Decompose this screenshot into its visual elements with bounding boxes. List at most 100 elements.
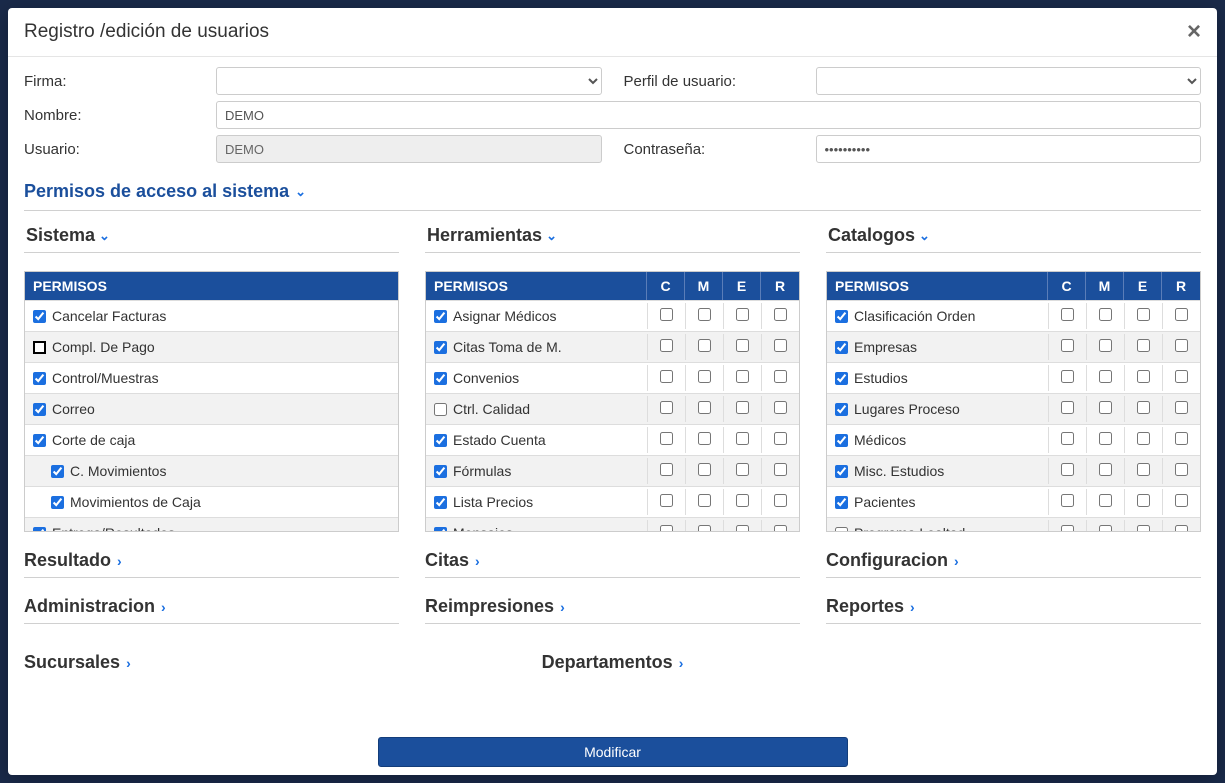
- cmer-checkbox[interactable]: [698, 339, 711, 352]
- reimpresiones-toggle[interactable]: Reimpresiones ›: [425, 596, 565, 617]
- cmer-checkbox[interactable]: [698, 432, 711, 445]
- cmer-checkbox[interactable]: [660, 308, 673, 321]
- herramientas-toggle[interactable]: Herramientas ⌄: [425, 225, 800, 246]
- cmer-checkbox[interactable]: [660, 525, 673, 532]
- catalogos-table[interactable]: PERMISOS C M E R Clasificación OrdenEmpr…: [826, 271, 1201, 532]
- cmer-checkbox[interactable]: [1061, 401, 1074, 414]
- configuracion-toggle[interactable]: Configuracion ›: [826, 550, 959, 571]
- permission-checkbox[interactable]: [51, 496, 64, 509]
- cmer-checkbox[interactable]: [660, 432, 673, 445]
- cmer-checkbox[interactable]: [660, 401, 673, 414]
- permission-checkbox[interactable]: [33, 527, 46, 533]
- cmer-checkbox[interactable]: [1061, 525, 1074, 532]
- permission-checkbox[interactable]: [835, 496, 848, 509]
- cmer-checkbox[interactable]: [1099, 370, 1112, 383]
- nombre-input[interactable]: [216, 101, 1201, 129]
- cmer-checkbox[interactable]: [774, 401, 787, 414]
- herramientas-table[interactable]: PERMISOS C M E R Asignar MédicosCitas To…: [425, 271, 800, 532]
- cmer-checkbox[interactable]: [1099, 401, 1112, 414]
- citas-toggle[interactable]: Citas ›: [425, 550, 480, 571]
- permission-checkbox[interactable]: [434, 465, 447, 478]
- permission-checkbox[interactable]: [434, 403, 447, 416]
- cmer-checkbox[interactable]: [736, 525, 749, 532]
- permission-checkbox[interactable]: [835, 372, 848, 385]
- cmer-checkbox[interactable]: [1137, 339, 1150, 352]
- cmer-checkbox[interactable]: [1175, 494, 1188, 507]
- cmer-checkbox[interactable]: [1137, 401, 1150, 414]
- permission-checkbox[interactable]: [835, 310, 848, 323]
- modificar-button[interactable]: Modificar: [378, 737, 848, 767]
- cmer-checkbox[interactable]: [1061, 432, 1074, 445]
- cmer-checkbox[interactable]: [1099, 339, 1112, 352]
- permission-checkbox[interactable]: [33, 434, 46, 447]
- permission-checkbox[interactable]: [835, 434, 848, 447]
- contrasena-input[interactable]: [816, 135, 1202, 163]
- cmer-checkbox[interactable]: [1137, 432, 1150, 445]
- cmer-checkbox[interactable]: [1137, 463, 1150, 476]
- cmer-checkbox[interactable]: [660, 494, 673, 507]
- cmer-checkbox[interactable]: [774, 308, 787, 321]
- cmer-checkbox[interactable]: [774, 432, 787, 445]
- cmer-checkbox[interactable]: [1099, 463, 1112, 476]
- cmer-checkbox[interactable]: [736, 432, 749, 445]
- resultado-toggle[interactable]: Resultado ›: [24, 550, 122, 571]
- cmer-checkbox[interactable]: [660, 339, 673, 352]
- cmer-checkbox[interactable]: [1061, 463, 1074, 476]
- cmer-checkbox[interactable]: [1137, 494, 1150, 507]
- permission-checkbox[interactable]: [835, 341, 848, 354]
- permission-checkbox[interactable]: [51, 465, 64, 478]
- cmer-checkbox[interactable]: [1061, 494, 1074, 507]
- cmer-checkbox[interactable]: [1099, 308, 1112, 321]
- cmer-checkbox[interactable]: [1061, 308, 1074, 321]
- cmer-checkbox[interactable]: [698, 370, 711, 383]
- cmer-checkbox[interactable]: [698, 401, 711, 414]
- close-icon[interactable]: ×: [1187, 20, 1201, 44]
- cmer-checkbox[interactable]: [774, 494, 787, 507]
- cmer-checkbox[interactable]: [1175, 463, 1188, 476]
- cmer-checkbox[interactable]: [1137, 370, 1150, 383]
- cmer-checkbox[interactable]: [1175, 401, 1188, 414]
- permission-checkbox[interactable]: [33, 310, 46, 323]
- permission-checkbox[interactable]: [835, 527, 848, 533]
- permisos-section-toggle[interactable]: Permisos de acceso al sistema ⌄: [24, 177, 306, 206]
- cmer-checkbox[interactable]: [1099, 494, 1112, 507]
- cmer-checkbox[interactable]: [736, 308, 749, 321]
- cmer-checkbox[interactable]: [1061, 339, 1074, 352]
- permission-checkbox[interactable]: [434, 310, 447, 323]
- cmer-checkbox[interactable]: [1175, 525, 1188, 532]
- permission-checkbox[interactable]: [434, 434, 447, 447]
- cmer-checkbox[interactable]: [698, 463, 711, 476]
- cmer-checkbox[interactable]: [1099, 432, 1112, 445]
- permission-checkbox[interactable]: [434, 527, 447, 533]
- permission-checkbox[interactable]: [835, 403, 848, 416]
- permission-checkbox[interactable]: [835, 465, 848, 478]
- cmer-checkbox[interactable]: [1175, 432, 1188, 445]
- sucursales-toggle[interactable]: Sucursales ›: [24, 652, 131, 673]
- cmer-checkbox[interactable]: [1175, 308, 1188, 321]
- cmer-checkbox[interactable]: [698, 494, 711, 507]
- cmer-checkbox[interactable]: [736, 401, 749, 414]
- cmer-checkbox[interactable]: [1175, 339, 1188, 352]
- cmer-checkbox[interactable]: [1061, 370, 1074, 383]
- cmer-checkbox[interactable]: [1137, 525, 1150, 532]
- cmer-checkbox[interactable]: [736, 494, 749, 507]
- cmer-checkbox[interactable]: [774, 339, 787, 352]
- permission-checkbox[interactable]: [434, 372, 447, 385]
- cmer-checkbox[interactable]: [774, 370, 787, 383]
- cmer-checkbox[interactable]: [1099, 525, 1112, 532]
- permission-checkbox[interactable]: [434, 341, 447, 354]
- perfil-select[interactable]: [816, 67, 1202, 95]
- sistema-table[interactable]: PERMISOS Cancelar FacturasCompl. De Pago…: [24, 271, 399, 532]
- permission-checkbox[interactable]: [33, 403, 46, 416]
- permission-checkbox[interactable]: [434, 496, 447, 509]
- permission-checkbox[interactable]: [33, 372, 46, 385]
- cmer-checkbox[interactable]: [660, 370, 673, 383]
- cmer-checkbox[interactable]: [1137, 308, 1150, 321]
- cmer-checkbox[interactable]: [774, 525, 787, 532]
- catalogos-toggle[interactable]: Catalogos ⌄: [826, 225, 1201, 246]
- cmer-checkbox[interactable]: [736, 339, 749, 352]
- administracion-toggle[interactable]: Administracion ›: [24, 596, 166, 617]
- cmer-checkbox[interactable]: [736, 370, 749, 383]
- reportes-toggle[interactable]: Reportes ›: [826, 596, 915, 617]
- cmer-checkbox[interactable]: [1175, 370, 1188, 383]
